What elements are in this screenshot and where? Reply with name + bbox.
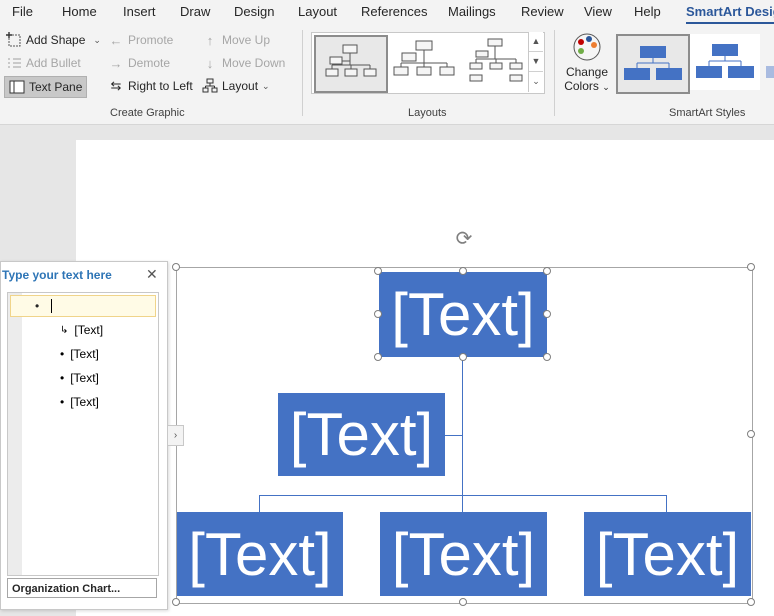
layout-icon <box>202 78 218 94</box>
connector-line <box>445 435 462 436</box>
text-pane-list: • ↳ [Text] • [Text] • [Text] • [Text] <box>7 292 159 576</box>
frame-handle[interactable] <box>747 263 755 271</box>
tab-layout[interactable]: Layout <box>298 4 337 19</box>
org-node-child-3[interactable]: [Text] <box>584 512 751 596</box>
text-pane-item[interactable]: • [Text] <box>60 371 99 385</box>
frame-handle[interactable] <box>172 263 180 271</box>
right-to-left-icon: ⇆ <box>110 78 122 93</box>
resize-handle[interactable] <box>374 310 382 318</box>
demote-icon: → <box>109 55 123 71</box>
add-shape-icon <box>6 32 22 48</box>
group-label-smartart-styles: SmartArt Styles <box>669 107 746 119</box>
gallery-more-icon[interactable]: ⌄ <box>529 72 543 91</box>
text-pane-toggle[interactable]: › <box>167 425 184 446</box>
tab-mailings[interactable]: Mailings <box>448 4 496 19</box>
layouts-gallery <box>311 32 545 94</box>
org-node-child-1[interactable]: [Text] <box>177 512 343 596</box>
frame-handle[interactable] <box>459 598 467 606</box>
menu-bar: File Home Insert Draw Design Layout Refe… <box>0 0 774 24</box>
resize-handle[interactable] <box>374 267 382 275</box>
text-pane-title: Type your text here <box>2 268 112 282</box>
move-up-button[interactable]: ↑ Move Up <box>202 30 270 50</box>
chevron-down-icon[interactable]: ⌄ <box>93 35 101 46</box>
resize-handle[interactable] <box>374 353 382 361</box>
ribbon: Add Shape ⌄ Add Bullet Text Pane ← Promo… <box>0 24 774 125</box>
org-node-child-2[interactable]: [Text] <box>380 512 547 596</box>
resize-handle[interactable] <box>543 353 551 361</box>
group-label-create-graphic: Create Graphic <box>110 107 185 119</box>
smartart-style-simple-fill[interactable] <box>616 34 690 94</box>
text-pane: Type your text here ✕ • ↳ [Text] • [Text… <box>0 261 168 610</box>
move-down-button[interactable]: ↓ Move Down <box>202 53 286 73</box>
promote-icon: ← <box>109 32 123 48</box>
text-cursor <box>51 299 52 313</box>
connector-line <box>259 495 667 496</box>
chevron-right-icon: › <box>173 430 178 441</box>
connector-line <box>666 495 667 512</box>
text-pane-item[interactable]: • [Text] <box>60 395 99 409</box>
layout-half-circle-org-chart[interactable] <box>462 35 532 89</box>
tab-design[interactable]: Design <box>234 4 274 19</box>
right-to-left-button[interactable]: ⇆ Right to Left <box>108 76 193 96</box>
change-colors-button[interactable]: Change Colors ⌄ <box>562 32 612 102</box>
scroll-down-icon[interactable]: ▼ <box>529 52 543 72</box>
layout-name-title-org-chart[interactable] <box>390 35 460 89</box>
frame-handle[interactable] <box>747 598 755 606</box>
smartart-style-next-partial[interactable] <box>766 66 774 78</box>
tab-home[interactable]: Home <box>62 4 97 19</box>
resize-handle[interactable] <box>459 353 467 361</box>
close-icon[interactable]: ✕ <box>146 266 158 283</box>
smartart-style-white-outline[interactable] <box>690 34 760 90</box>
text-pane-gutter <box>8 293 22 575</box>
move-up-icon: ↑ <box>206 32 214 48</box>
layout-button[interactable]: Layout ⌄ <box>202 76 270 96</box>
text-pane-button[interactable]: Text Pane <box>4 76 88 98</box>
text-pane-active-line[interactable]: • <box>10 295 156 317</box>
tab-draw[interactable]: Draw <box>180 4 210 19</box>
tab-references[interactable]: References <box>361 4 427 19</box>
chevron-down-icon: ⌄ <box>262 80 270 91</box>
layout-org-chart[interactable] <box>314 35 388 93</box>
chevron-down-icon: ⌄ <box>602 82 610 92</box>
rotate-icon[interactable]: ⟳ <box>453 228 475 250</box>
change-colors-icon <box>573 33 601 61</box>
resize-handle[interactable] <box>543 310 551 318</box>
tab-file[interactable]: File <box>12 4 33 19</box>
connector-line <box>462 358 463 512</box>
frame-handle[interactable] <box>172 598 180 606</box>
add-shape-button[interactable]: Add Shape ⌄ <box>6 30 101 50</box>
group-label-layouts: Layouts <box>408 107 447 119</box>
promote-button[interactable]: ← Promote <box>108 30 174 50</box>
organization-chart-link[interactable]: Organization Chart... <box>7 578 157 598</box>
org-node-top[interactable]: [Text] <box>379 272 547 357</box>
tab-insert[interactable]: Insert <box>123 4 156 19</box>
scroll-up-icon[interactable]: ▲ <box>529 32 543 52</box>
text-pane-icon <box>9 79 25 95</box>
bullet-icon: • <box>35 299 40 313</box>
demote-button[interactable]: → Demote <box>108 53 171 73</box>
add-bullet-icon <box>6 55 22 71</box>
text-pane-item[interactable]: • [Text] <box>60 347 99 361</box>
resize-handle[interactable] <box>543 267 551 275</box>
group-separator <box>302 30 303 116</box>
tab-view[interactable]: View <box>584 4 612 19</box>
resize-handle[interactable] <box>459 267 467 275</box>
group-separator <box>554 30 555 116</box>
frame-handle[interactable] <box>747 430 755 438</box>
tab-review[interactable]: Review <box>521 4 564 19</box>
move-down-icon: ↓ <box>206 55 214 71</box>
text-pane-item[interactable]: ↳ [Text] <box>60 323 103 337</box>
layouts-gallery-scroll[interactable]: ▲ ▼ ⌄ <box>528 32 543 92</box>
add-bullet-button[interactable]: Add Bullet <box>6 53 81 73</box>
tab-smartart-design[interactable]: SmartArt Design <box>686 4 774 19</box>
tab-help[interactable]: Help <box>634 4 661 19</box>
org-node-assistant[interactable]: [Text] <box>278 393 445 476</box>
connector-line <box>259 495 260 512</box>
